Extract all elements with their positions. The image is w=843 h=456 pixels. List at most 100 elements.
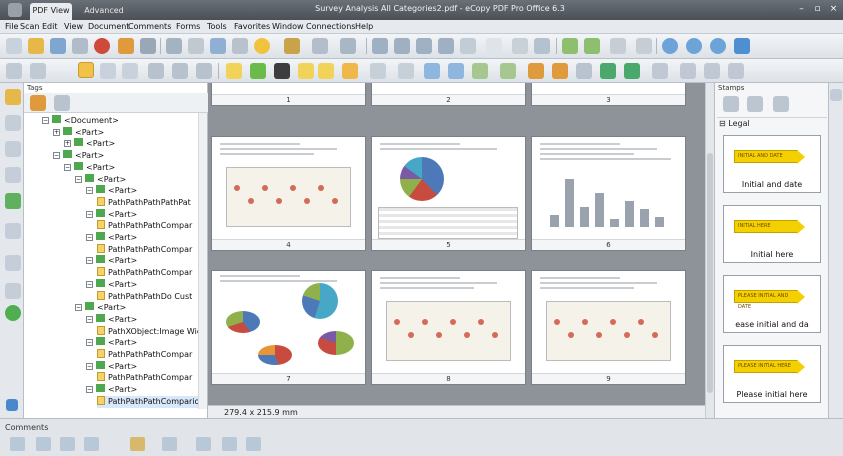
page-thumbnail[interactable]: 2 (371, 83, 526, 106)
tree-content-node[interactable]: PathPathPathPathPat (97, 196, 191, 209)
line-icon[interactable] (398, 63, 414, 79)
package-icon[interactable] (118, 38, 134, 54)
minimize-icon[interactable]: – (794, 3, 809, 16)
image-field-icon[interactable] (652, 63, 668, 79)
page-thumbnail[interactable]: 7 (211, 270, 366, 385)
header-footer-icon[interactable] (576, 63, 592, 79)
split-view-icon[interactable] (610, 38, 626, 54)
select-icon[interactable] (6, 63, 22, 79)
page-thumbnail[interactable]: 9 (531, 270, 686, 385)
zoom-in-icon[interactable] (662, 38, 678, 54)
rotate-right-icon[interactable] (584, 38, 600, 54)
zoom-out-icon[interactable] (686, 38, 702, 54)
typewriter-icon[interactable] (318, 63, 334, 79)
document-scrollbar[interactable] (705, 83, 714, 418)
crop-icon[interactable] (172, 63, 188, 79)
tree-tag-node[interactable]: − <Part> (86, 185, 137, 197)
search-comments-icon[interactable] (222, 437, 237, 451)
collapse-icon[interactable]: − (86, 234, 93, 241)
collapse-icon[interactable]: − (75, 304, 82, 312)
sign-pen-icon[interactable] (312, 38, 328, 54)
first-page-icon[interactable] (372, 38, 388, 54)
highlight-icon[interactable] (342, 63, 358, 79)
menu-file[interactable]: File (5, 21, 18, 33)
collapse-icon[interactable]: − (53, 152, 60, 160)
ruler-icon[interactable] (728, 63, 744, 79)
previous-comment-icon[interactable] (60, 437, 75, 451)
tree-tag-node[interactable]: + <Part> (64, 138, 115, 150)
create-pdf-icon[interactable] (94, 38, 110, 54)
tree-content-node[interactable]: PathPathPathDo Cust (97, 290, 192, 303)
tree-tag-node[interactable]: − <Part> (86, 232, 137, 244)
facing-pages-icon[interactable] (534, 38, 550, 54)
expand-icon[interactable]: + (64, 140, 71, 148)
marquee-icon[interactable] (30, 63, 46, 79)
page-thumbnail[interactable]: 3 (531, 83, 686, 106)
open-folder-icon[interactable] (28, 38, 44, 54)
collapse-icon[interactable]: − (86, 257, 93, 265)
menu-connections[interactable]: Connections (306, 21, 355, 33)
snapshot-icon[interactable] (122, 63, 138, 79)
secure-lock-icon[interactable] (284, 38, 300, 54)
collapse-icon[interactable]: − (86, 280, 93, 288)
tree-content-node[interactable]: PathPathPathCompar (97, 349, 192, 361)
stamp-custom-icon[interactable] (747, 96, 763, 112)
shape-icon[interactable] (370, 63, 386, 79)
tags-panel-icon[interactable] (5, 89, 21, 105)
tab-advanced-edit[interactable]: Advanced Edit (76, 3, 132, 30)
stamp-settings-icon[interactable] (773, 96, 789, 112)
watermark-icon[interactable] (552, 63, 568, 79)
hand-tool-icon[interactable] (188, 38, 204, 54)
scroll-thumb[interactable] (707, 153, 713, 393)
accessibility-check-icon[interactable] (5, 305, 21, 321)
save-icon[interactable] (50, 38, 66, 54)
tree-tag-node[interactable]: − <Document> (42, 115, 119, 127)
hand-pan-icon[interactable] (78, 62, 94, 78)
tree-content-node[interactable]: PathPathPathCompar (97, 243, 192, 256)
link-icon[interactable] (448, 63, 464, 79)
measure-icon[interactable] (472, 63, 488, 79)
comment-options-icon[interactable] (246, 437, 261, 451)
pages-panel-icon[interactable] (5, 115, 21, 131)
tree-content-node[interactable]: PathPathPathCompar (97, 372, 192, 384)
collapse-icon[interactable]: − (64, 163, 71, 171)
collapse-icon[interactable]: − (86, 386, 93, 394)
content-panel-icon[interactable] (5, 283, 21, 299)
tree-tag-node[interactable]: − <Part> (86, 278, 137, 291)
stamp-item[interactable]: INITIAL AND DATE Initial and date (723, 135, 821, 193)
tree-tag-node[interactable]: + <Part> (53, 126, 104, 139)
email-icon[interactable] (166, 38, 182, 54)
tree-tag-node[interactable]: − <Part> (86, 208, 137, 221)
bookmarks-panel-icon[interactable] (5, 141, 21, 157)
tree-content-node[interactable]: PathPathPathComparions (97, 395, 198, 408)
menu-edit[interactable]: Edit (42, 21, 58, 33)
menu-favorites[interactable]: Favorites (234, 21, 270, 33)
continuous-icon[interactable] (512, 38, 528, 54)
document-view[interactable]: 987 654 321 279.4 x 215.9 mm (208, 83, 705, 418)
maximize-icon[interactable]: ▫ (810, 3, 825, 16)
text-box-icon[interactable] (274, 63, 290, 79)
previous-page-icon[interactable] (394, 38, 410, 54)
add-icon[interactable] (734, 38, 750, 54)
collapse-icon[interactable]: − (86, 315, 93, 323)
tree-tag-node[interactable]: − <Part> (86, 255, 137, 267)
collapse-icon[interactable]: − (86, 362, 93, 370)
new-document-icon[interactable] (6, 38, 22, 54)
arrange-icon[interactable] (680, 63, 696, 79)
pointer-icon[interactable] (100, 63, 116, 79)
stamp-item[interactable]: PLEASE INITIAL AND DATE ease initial and … (723, 275, 821, 333)
sort-icon[interactable] (130, 437, 145, 451)
comment-list-icon[interactable] (10, 437, 25, 451)
redact-icon[interactable] (528, 63, 544, 79)
tab-pdf-view[interactable]: PDF View (30, 3, 72, 20)
rotate-left-icon[interactable] (562, 38, 578, 54)
magnifier-icon[interactable] (148, 63, 164, 79)
compare-icon[interactable] (636, 38, 652, 54)
bookmark-icon[interactable] (232, 38, 248, 54)
stamp-item[interactable]: INITIAL HERE Initial here (723, 205, 821, 263)
tree-tag-node[interactable]: − <Part> (53, 150, 104, 162)
tree-tag-node[interactable]: − <Part> (86, 384, 137, 396)
pencil-icon[interactable] (196, 63, 212, 79)
tree-tag-node[interactable]: − <Part> (75, 173, 126, 186)
single-page-icon[interactable] (486, 38, 502, 54)
